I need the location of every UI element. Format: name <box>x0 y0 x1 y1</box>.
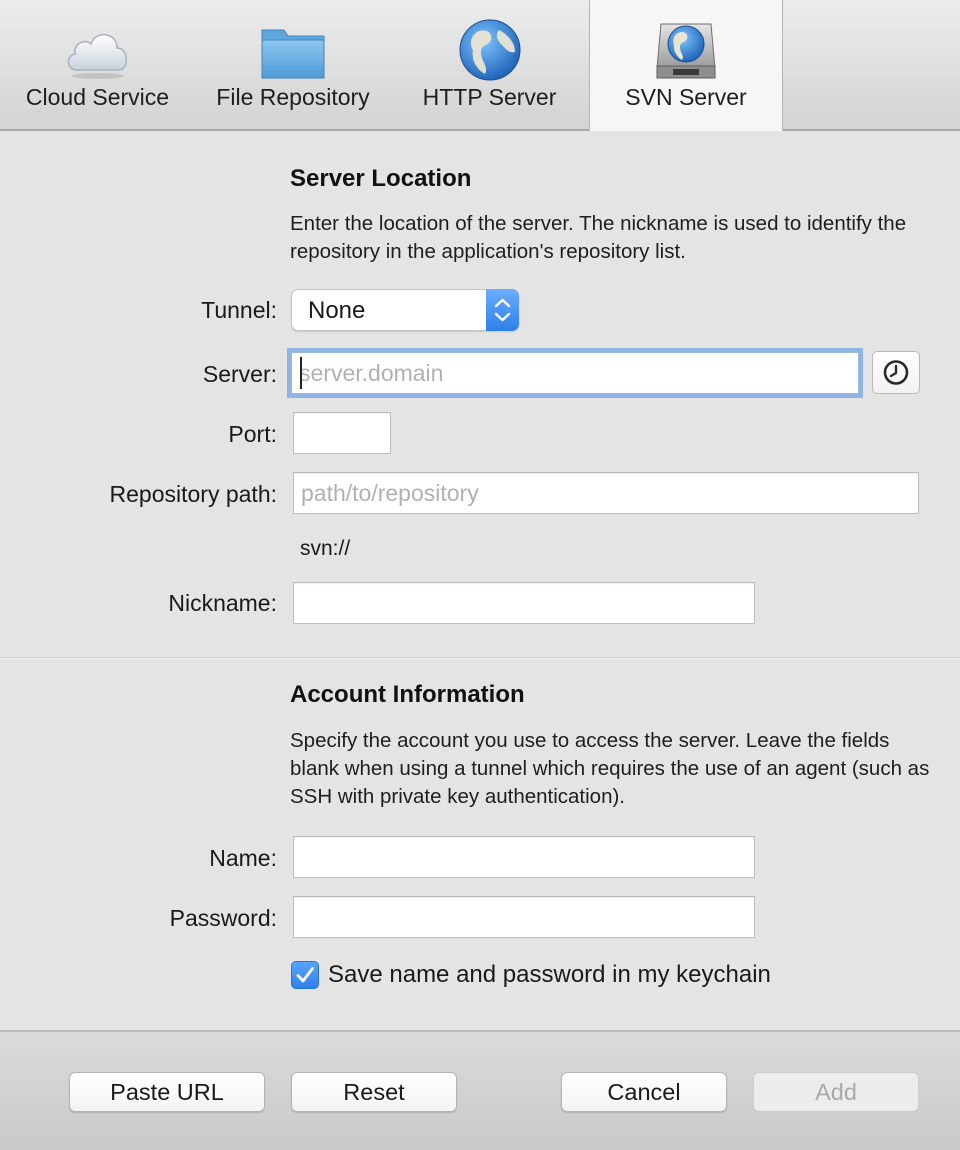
clock-icon <box>883 360 909 385</box>
server-location-title: Server Location <box>290 165 472 192</box>
tab-file-repository[interactable]: File Repository <box>195 0 391 130</box>
tunnel-select-value: None <box>308 297 366 324</box>
account-information-title: Account Information <box>290 681 525 708</box>
tab-svn-server[interactable]: SVN Server <box>589 0 783 131</box>
save-keychain-label[interactable]: Save name and password in my keychain <box>328 961 771 989</box>
cloud-icon <box>67 34 127 79</box>
reset-button[interactable]: Reset <box>291 1072 457 1112</box>
tab-cloud-service[interactable]: Cloud Service <box>0 0 195 130</box>
server-input[interactable] <box>291 352 859 394</box>
server-label: Server: <box>202 361 277 387</box>
repository-path-input[interactable] <box>293 472 919 514</box>
toolbar: Cloud Service File Repository HTTP Serve… <box>0 0 960 131</box>
paste-url-button[interactable]: Paste URL <box>69 1072 265 1112</box>
password-label: Password: <box>169 905 277 931</box>
globe-icon <box>459 19 520 81</box>
account-information-description: Specify the account you use to access th… <box>290 729 930 808</box>
url-preview: svn:// <box>300 537 351 560</box>
up-down-chevron-icon <box>486 289 519 331</box>
section-divider <box>0 657 960 659</box>
port-input[interactable] <box>293 412 391 454</box>
add-button[interactable]: Add <box>753 1072 919 1112</box>
tab-label: Cloud Service <box>25 84 170 110</box>
nickname-input[interactable] <box>293 582 755 624</box>
tunnel-select[interactable]: None <box>291 289 519 331</box>
button-bar: Paste URL Reset Cancel Add <box>0 1030 960 1150</box>
tab-label: HTTP Server <box>422 84 557 110</box>
folder-icon <box>261 29 325 79</box>
repository-path-label: Repository path: <box>109 481 277 507</box>
name-label: Name: <box>209 845 277 871</box>
checkmark-icon <box>296 967 314 983</box>
tunnel-label: Tunnel: <box>201 297 277 323</box>
tab-label: File Repository <box>216 84 370 110</box>
nickname-label: Nickname: <box>168 590 277 616</box>
text-caret <box>300 357 302 389</box>
tab-http-server[interactable]: HTTP Server <box>391 0 588 130</box>
server-globe-icon <box>656 23 716 79</box>
save-keychain-checkbox[interactable] <box>291 961 319 989</box>
password-input[interactable] <box>293 896 755 938</box>
tab-label: SVN Server <box>625 84 747 110</box>
name-input[interactable] <box>293 836 755 878</box>
cancel-button[interactable]: Cancel <box>561 1072 727 1112</box>
history-button[interactable] <box>872 351 920 394</box>
port-label: Port: <box>228 421 277 447</box>
server-location-description: Enter the location of the server. The ni… <box>290 212 907 263</box>
